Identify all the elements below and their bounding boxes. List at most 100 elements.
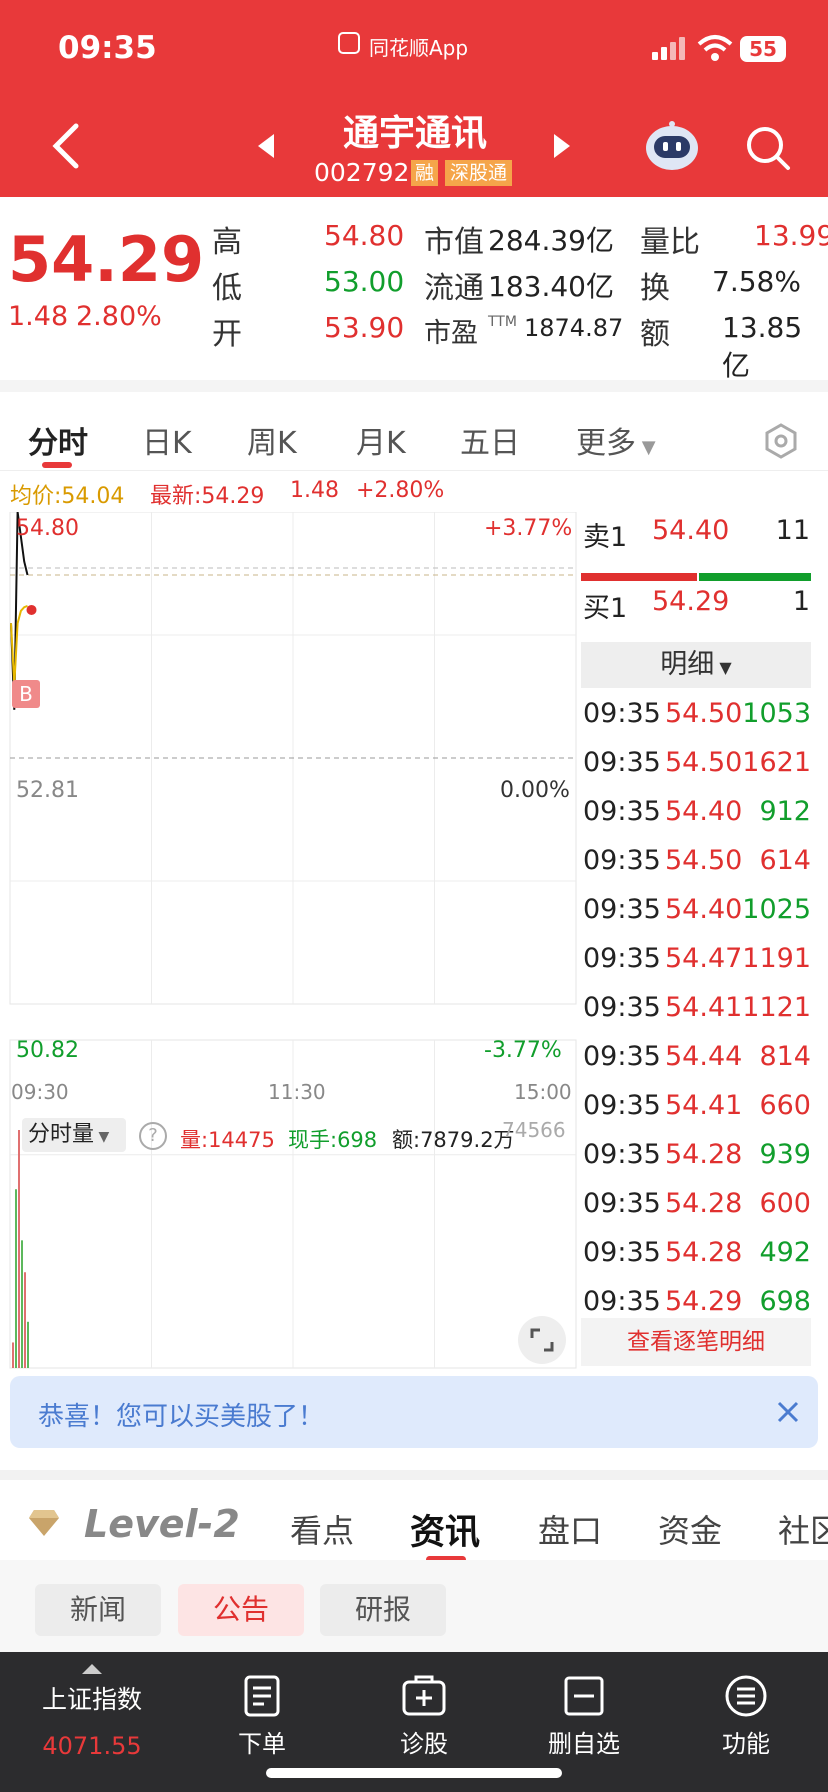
tick-volume: 912 — [759, 796, 811, 827]
volume-bar — [12, 1342, 14, 1368]
tab-capital[interactable]: 资金 — [658, 1506, 722, 1552]
amount-value: 13.85亿 — [722, 311, 803, 382]
order-button[interactable]: 下单 — [232, 1674, 292, 1759]
notice-banner[interactable]: 恭喜！您可以买美股了！ — [10, 1376, 818, 1448]
fullscreen-button[interactable] — [518, 1316, 566, 1364]
functions-button[interactable]: 功能 — [716, 1674, 776, 1759]
settings-hexagon-icon[interactable] — [762, 422, 800, 460]
intraday-chart-area: 均价:54.04 最新:54.29 1.48 +2.80% 54.80 +3.7… — [0, 470, 828, 1375]
back-arrow-icon[interactable] — [50, 122, 82, 170]
tab-news-info[interactable]: 资讯 — [410, 1504, 480, 1555]
remove-watchlist-icon — [564, 1676, 604, 1716]
price-axis-top: 54.80 — [16, 516, 79, 541]
index-widget[interactable]: 上证指数 4071.55 — [22, 1664, 162, 1760]
pe-value: 1874.87 — [524, 314, 624, 342]
float-cap-label: 流通 — [424, 271, 484, 306]
volume-ratio-label: 量比 — [640, 225, 700, 260]
tick-price: 54.40 — [665, 796, 743, 827]
quote-panel: 54.29 1.48 2.80% 高 54.80 低 53.00 开 53.90… — [0, 197, 828, 382]
tab-five-day[interactable]: 五日 — [460, 418, 520, 462]
tab-more-label: 更多 — [576, 426, 636, 461]
diagnose-button[interactable]: 诊股 — [394, 1674, 454, 1759]
info-tabs: Level-2 看点 资讯 盘口 资金 社区 — [0, 1470, 828, 1563]
pct-axis-mid: 0.00% — [500, 778, 570, 803]
detail-dropdown[interactable]: 明细 ▼ — [581, 642, 811, 688]
order-icon — [244, 1675, 280, 1717]
turnover-value: 7.58% — [712, 265, 801, 298]
notice-text: 恭喜！您可以买美股了！ — [38, 1402, 325, 1432]
volume-indicator-select[interactable]: 分时量 ▼ — [22, 1118, 126, 1152]
price-change: 1.48 — [8, 301, 69, 332]
stock-name: 通宇通讯 — [342, 113, 487, 154]
tick-time: 09:35 — [583, 747, 661, 778]
pe-ttm-tag: TTM — [488, 314, 517, 330]
intraday-change-pct: +2.80% — [356, 478, 445, 503]
tick-price: 54.28 — [665, 1139, 743, 1170]
detail-caret-icon: ▼ — [714, 658, 732, 677]
current-hand-label: 现手:698 — [288, 1128, 378, 1152]
tick-time: 09:35 — [583, 1188, 661, 1219]
tab-monthly-k[interactable]: 月K — [356, 418, 406, 462]
tick-time: 09:35 — [583, 1041, 661, 1072]
prev-stock-icon[interactable] — [256, 132, 276, 160]
tick-price: 54.50 — [665, 845, 743, 876]
tick-time: 09:35 — [583, 1090, 661, 1121]
latest-price-label: 最新:54.29 — [150, 484, 265, 509]
robot-assistant-icon[interactable] — [644, 120, 700, 172]
tab-weekly-k[interactable]: 周K — [247, 418, 297, 462]
tick-volume: 698 — [759, 1286, 811, 1317]
detail-label: 明细 — [660, 649, 715, 680]
level2-tab[interactable]: Level-2 — [84, 1502, 240, 1546]
amount-label: 额 — [640, 317, 670, 352]
functions-label: 功能 — [722, 1730, 770, 1758]
tick-price: 54.28 — [665, 1188, 743, 1219]
close-icon[interactable] — [776, 1400, 800, 1424]
tick-time: 09:35 — [583, 1237, 661, 1268]
price-change-pct: 2.80% — [76, 301, 162, 332]
tick-row: 09:35 54.28 939 — [583, 1139, 813, 1188]
tab-community[interactable]: 社区 — [778, 1506, 828, 1552]
remove-watchlist-label: 删自选 — [548, 1730, 620, 1758]
sell1-volume: 11 — [775, 515, 810, 546]
volume-bar — [24, 1272, 26, 1368]
remove-watchlist-button[interactable]: 删自选 — [544, 1674, 624, 1759]
stock-code: 002792 — [314, 158, 410, 187]
expand-up-icon — [82, 1664, 102, 1674]
tick-volume: 1621 — [742, 747, 811, 778]
view-all-ticks-button[interactable]: 查看逐笔明细 — [581, 1318, 811, 1366]
intraday-chart[interactable] — [0, 512, 578, 1372]
tick-volume: 1191 — [742, 943, 811, 974]
turnover-label: 换 — [640, 271, 670, 306]
help-icon[interactable]: ? — [139, 1122, 167, 1150]
category-news[interactable]: 新闻 — [35, 1584, 161, 1636]
tick-volume: 814 — [759, 1041, 811, 1072]
tab-daily-k[interactable]: 日K — [142, 418, 192, 462]
tick-volume: 1053 — [742, 698, 811, 729]
volume-amount-label: 额:7879.2万 — [392, 1128, 515, 1152]
high-label: 高 — [212, 225, 242, 260]
tab-highlights[interactable]: 看点 — [290, 1506, 354, 1552]
tick-price: 54.47 — [665, 943, 743, 974]
volume-bar — [18, 1130, 20, 1368]
tick-volume: 614 — [759, 845, 811, 876]
tab-handicap[interactable]: 盘口 — [538, 1506, 602, 1552]
search-icon[interactable] — [744, 124, 792, 172]
order-book-ratio-bar — [581, 573, 811, 581]
tick-time: 09:35 — [583, 1139, 661, 1170]
status-app-label: 同花顺App — [369, 36, 469, 60]
market-cap-label: 市值 — [424, 225, 484, 260]
category-research[interactable]: 研报 — [320, 1584, 446, 1636]
category-announcements[interactable]: 公告 — [178, 1584, 304, 1636]
tick-row: 09:35 54.50 614 — [583, 845, 813, 894]
buy-marker[interactable]: B — [12, 680, 40, 708]
buy1-price: 54.29 — [652, 586, 730, 617]
tab-more[interactable]: 更多 ▼ — [576, 418, 656, 462]
battery-level: 55 — [749, 37, 777, 61]
status-time: 09:35 — [58, 30, 157, 66]
tab-intraday[interactable]: 分时 — [28, 418, 88, 462]
tick-volume: 1025 — [742, 894, 811, 925]
divider — [0, 470, 828, 471]
next-stock-icon[interactable] — [552, 132, 572, 160]
tick-row: 09:35 54.40 912 — [583, 796, 813, 845]
tick-price: 54.41 — [665, 992, 743, 1023]
